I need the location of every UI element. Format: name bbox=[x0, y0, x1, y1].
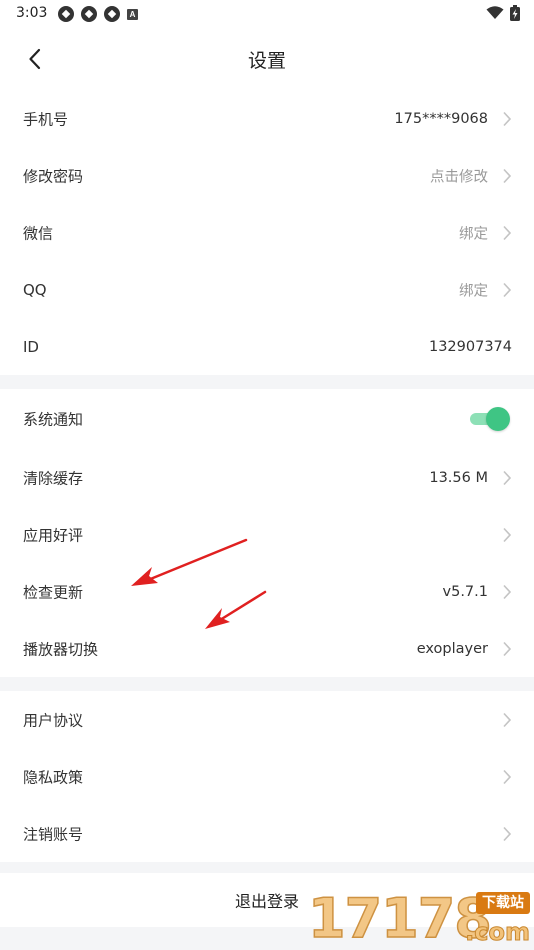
watermark-suffix: .com bbox=[465, 918, 531, 947]
row-label: 应用好评 bbox=[23, 526, 84, 544]
privacy-policy-row[interactable]: 隐私政策 bbox=[0, 748, 534, 805]
battery-charging-icon bbox=[510, 5, 520, 21]
row-label: 手机号 bbox=[23, 110, 69, 128]
user-id-value: 132907374 bbox=[428, 338, 512, 355]
row-label: ID bbox=[23, 337, 39, 356]
notification-toggle[interactable] bbox=[470, 407, 510, 431]
user-agreement-row[interactable]: 用户协议 bbox=[0, 691, 534, 748]
row-label: 播放器切换 bbox=[23, 640, 99, 658]
notification-icons: A bbox=[58, 6, 138, 22]
chevron-right-icon bbox=[503, 712, 512, 727]
app-notification-icon bbox=[81, 6, 97, 22]
row-label: 检查更新 bbox=[23, 583, 84, 601]
delete-account-row[interactable]: 注销账号 bbox=[0, 805, 534, 862]
status-time: 3:03 bbox=[16, 5, 48, 21]
clear-cache-row[interactable]: 清除缓存 13.56 M bbox=[0, 449, 534, 506]
chevron-right-icon bbox=[503, 282, 512, 297]
chevron-right-icon bbox=[503, 527, 512, 542]
system-icons bbox=[486, 5, 520, 21]
app-notification-icon bbox=[58, 6, 74, 22]
cache-size-value: 13.56 M bbox=[429, 469, 488, 486]
chevron-right-icon bbox=[503, 826, 512, 841]
row-label: 用户协议 bbox=[23, 711, 84, 729]
chevron-right-icon bbox=[503, 641, 512, 656]
row-label: 隐私政策 bbox=[23, 768, 84, 786]
page-title: 设置 bbox=[247, 50, 286, 72]
chevron-right-icon bbox=[503, 111, 512, 126]
watermark-digits: 17178 bbox=[307, 887, 492, 950]
row-label: QQ bbox=[23, 280, 47, 299]
player-switch-row[interactable]: 播放器切换 exoplayer bbox=[0, 620, 534, 677]
phone-row[interactable]: 手机号 175****9068 bbox=[0, 90, 534, 147]
section-divider bbox=[0, 375, 534, 389]
account-section: 手机号 175****9068 修改密码 点击修改 微信 绑定 QQ 绑定 ID… bbox=[0, 90, 534, 375]
wifi-icon bbox=[486, 6, 504, 19]
chevron-right-icon bbox=[503, 225, 512, 240]
check-update-row[interactable]: 检查更新 v5.7.1 bbox=[0, 563, 534, 620]
app-notification-icon bbox=[104, 6, 120, 22]
section-divider bbox=[0, 862, 534, 873]
watermark-badge: 下载站 bbox=[476, 892, 530, 914]
app-settings-section: 系统通知 清除缓存 13.56 M 应用好评 检查更新 v5.7.1 播放器切换… bbox=[0, 389, 534, 677]
id-row: ID 132907374 bbox=[0, 318, 534, 375]
rate-app-row[interactable]: 应用好评 bbox=[0, 506, 534, 563]
legal-section: 用户协议 隐私政策 注销账号 bbox=[0, 691, 534, 862]
change-password-value: 点击修改 bbox=[430, 169, 488, 185]
row-label: 微信 bbox=[23, 224, 54, 242]
phone-value: 175****9068 bbox=[394, 110, 488, 127]
section-divider bbox=[0, 677, 534, 691]
qq-bind-value: 绑定 bbox=[459, 283, 488, 299]
status-bar: 3:03 A bbox=[0, 0, 534, 28]
row-label: 注销账号 bbox=[23, 825, 84, 843]
system-notification-row: 系统通知 bbox=[0, 389, 534, 449]
player-value: exoplayer bbox=[416, 640, 488, 657]
row-label: 修改密码 bbox=[23, 167, 84, 185]
chevron-right-icon bbox=[503, 168, 512, 183]
toggle-thumb bbox=[486, 407, 510, 431]
chevron-right-icon bbox=[503, 584, 512, 599]
wechat-row[interactable]: 微信 绑定 bbox=[0, 204, 534, 261]
text-notification-icon: A bbox=[127, 8, 138, 20]
nav-bar: 设置 bbox=[0, 28, 534, 90]
qq-row[interactable]: QQ 绑定 bbox=[0, 261, 534, 318]
row-label: 清除缓存 bbox=[23, 469, 84, 487]
row-label: 系统通知 bbox=[23, 410, 84, 429]
chevron-right-icon bbox=[503, 470, 512, 485]
site-watermark: 17178 下载站 .com bbox=[307, 887, 534, 950]
version-value: v5.7.1 bbox=[442, 583, 488, 600]
wechat-bind-value: 绑定 bbox=[459, 226, 488, 242]
change-password-row[interactable]: 修改密码 点击修改 bbox=[0, 147, 534, 204]
chevron-right-icon bbox=[503, 769, 512, 784]
